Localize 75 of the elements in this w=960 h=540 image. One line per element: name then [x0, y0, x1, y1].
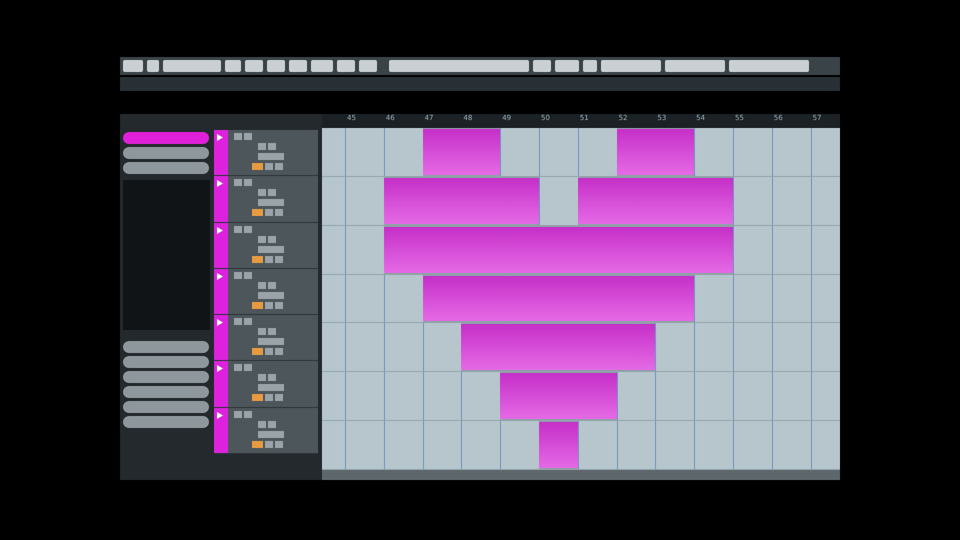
track-tag: [252, 302, 263, 309]
mute-button[interactable]: [234, 179, 242, 186]
inspector-item[interactable]: [123, 371, 209, 383]
expand-triangle-icon[interactable]: [217, 180, 223, 188]
solo-button[interactable]: [244, 179, 252, 186]
track-header[interactable]: [214, 268, 318, 316]
track-tag: [252, 394, 263, 402]
expand-triangle-icon[interactable]: [217, 412, 223, 419]
track-tag: [252, 348, 263, 356]
clip-segment[interactable]: [538, 422, 578, 468]
inspector-item[interactable]: [123, 341, 209, 353]
track-header[interactable]: [214, 361, 318, 408]
clip-segment[interactable]: [461, 129, 500, 175]
toolbar-button[interactable]: [147, 60, 159, 72]
solo-button[interactable]: [244, 364, 252, 372]
expand-triangle-icon[interactable]: [217, 134, 223, 141]
track-button[interactable]: [258, 153, 284, 160]
track-header[interactable]: [214, 222, 318, 269]
expand-triangle-icon[interactable]: [217, 272, 223, 280]
clip-segment[interactable]: [616, 129, 656, 175]
clip-segment[interactable]: [578, 373, 617, 420]
clip-segment[interactable]: [578, 178, 617, 224]
track-button[interactable]: [258, 199, 284, 206]
track-tag: [252, 256, 263, 263]
mute-button[interactable]: [234, 318, 242, 326]
inspector-item[interactable]: [123, 147, 209, 159]
track-tag: [252, 440, 263, 448]
horizontal-scrollbar[interactable]: [322, 470, 840, 480]
mute-button[interactable]: [234, 226, 242, 233]
track-header[interactable]: [214, 408, 318, 454]
expand-triangle-icon[interactable]: [217, 319, 223, 326]
track-button[interactable]: [258, 430, 284, 438]
clip-segment[interactable]: [422, 129, 462, 175]
grid-cell: [322, 372, 345, 420]
grid-cell: [322, 128, 345, 176]
track-tag: [252, 163, 263, 170]
clip-segment[interactable]: [500, 178, 539, 224]
clip-segment[interactable]: [500, 373, 539, 420]
track-header[interactable]: [214, 130, 318, 176]
mute-button[interactable]: [234, 410, 242, 418]
inspector-item[interactable]: [123, 132, 209, 144]
clip-segment[interactable]: [694, 226, 733, 273]
inspector-item[interactable]: [123, 386, 209, 398]
solo-button[interactable]: [244, 226, 252, 233]
expand-triangle-icon[interactable]: [217, 226, 223, 234]
clip-segment[interactable]: [422, 276, 462, 322]
track-header[interactable]: [214, 315, 318, 362]
inspector-item[interactable]: [123, 401, 209, 413]
solo-button[interactable]: [244, 272, 252, 279]
clip-segment[interactable]: [461, 324, 500, 370]
track-button[interactable]: [258, 384, 284, 392]
mute-button[interactable]: [234, 364, 242, 372]
inspector-item[interactable]: [123, 416, 209, 428]
track-button[interactable]: [258, 292, 284, 299]
grid-cell: [322, 226, 345, 274]
track-header[interactable]: [214, 176, 318, 223]
grid-cell: [322, 176, 345, 225]
clip-segment[interactable]: [655, 276, 694, 322]
clip-segment[interactable]: [694, 178, 733, 224]
clip-segment[interactable]: [384, 178, 423, 224]
clip-segment[interactable]: [616, 324, 656, 370]
grid-cell: [322, 323, 345, 372]
inspector-item[interactable]: [123, 356, 209, 368]
clip-segment[interactable]: [655, 129, 694, 175]
track-button[interactable]: [258, 338, 284, 346]
solo-button[interactable]: [244, 410, 252, 418]
clip-segment[interactable]: [384, 226, 423, 273]
track-button[interactable]: [258, 246, 284, 253]
inspector-item[interactable]: [123, 162, 209, 174]
grid-cell: [322, 274, 345, 322]
track-tag: [252, 209, 263, 216]
solo-button[interactable]: [244, 318, 252, 326]
expand-triangle-icon[interactable]: [217, 365, 223, 372]
grid-cell: [322, 421, 345, 470]
mute-button[interactable]: [234, 272, 242, 279]
